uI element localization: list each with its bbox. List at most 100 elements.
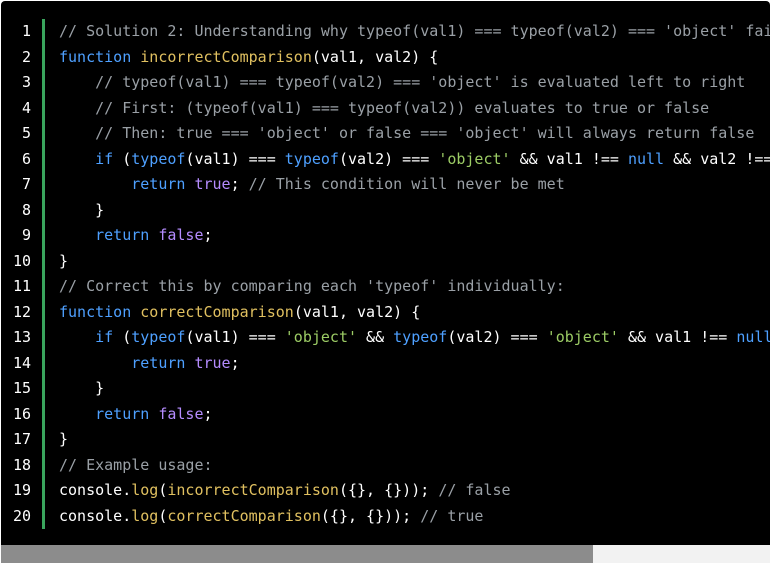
line-number: 16 — [12, 404, 31, 423]
code-token: } — [59, 200, 105, 219]
line-number: 2 — [21, 47, 31, 66]
code-line: // Example usage: — [59, 453, 770, 479]
code-line: return false; — [59, 402, 770, 428]
code-token: return — [95, 404, 150, 423]
code-line: function correctComparison(val1, val2) { — [59, 300, 770, 326]
code-token: incorrectComparison — [167, 481, 339, 499]
line-number: 1 — [21, 22, 31, 40]
code-token: . — [122, 481, 132, 499]
code-area[interactable]: // Solution 2: Understanding why typeof(… — [59, 19, 770, 529]
code-line: if (typeof(val1) === 'object' && typeof(… — [59, 325, 770, 351]
code-token: if — [95, 149, 114, 168]
code-token: } — [59, 379, 105, 397]
line-number: 18 — [12, 455, 31, 474]
code-token: && val1 !== — [510, 149, 628, 168]
code-token: && val2 !== null) { — [673, 149, 770, 168]
line-number: 20 — [12, 506, 31, 525]
code-token: (val1) === — [185, 149, 285, 168]
line-number: 6 — [21, 149, 31, 168]
code-token: ; — [203, 226, 213, 244]
code-token: (val2) === — [447, 328, 547, 346]
line-number: 11 — [12, 277, 31, 295]
code-token: true — [194, 175, 231, 193]
code-token: . — [122, 506, 132, 525]
code-token: null — [627, 149, 665, 168]
code-token: log — [131, 481, 159, 499]
code-token: // Correct this by comparing each 'typeo… — [59, 277, 565, 295]
code-token: ({}, {})); — [338, 481, 439, 499]
code-token: 'object' — [438, 149, 511, 168]
line-number: 15 — [12, 379, 31, 397]
code-token: correctComparison — [167, 506, 321, 525]
code-token: true — [194, 353, 231, 372]
code-line: return false; — [59, 223, 770, 249]
code-token: ; — [230, 175, 249, 193]
code-token: return — [131, 353, 186, 372]
code-token: (val1, val2) { — [311, 47, 439, 66]
code-token: // Solution 2: Understanding why typeof(… — [59, 22, 770, 40]
code-token: } — [59, 251, 69, 270]
code-token: (val1) === — [185, 328, 285, 346]
code-token: ({}, {})); — [320, 506, 421, 525]
scrollbar-thumb[interactable] — [1, 545, 593, 563]
code-token: incorrectComparison — [140, 47, 312, 66]
line-number: 12 — [12, 302, 31, 321]
code-token: console — [59, 506, 123, 525]
code-token: && val1 !== — [618, 328, 737, 346]
code-token: // Then: true === 'object' or false === … — [59, 124, 755, 142]
code-line: // typeof(val1) === typeof(val2) === 'ob… — [59, 70, 770, 96]
code-line: } — [59, 198, 770, 224]
line-number: 5 — [21, 124, 31, 142]
code-token: function — [59, 47, 141, 66]
code-token: if — [95, 328, 114, 346]
line-number: 3 — [21, 73, 31, 91]
code-line: } — [59, 249, 770, 275]
code-line: console.log(incorrectComparison({}, {}))… — [59, 478, 770, 504]
code-token: correctComparison — [140, 302, 294, 321]
line-number: 7 — [21, 175, 31, 193]
code-editor[interactable]: 1 2 3 4 5 6 7 8 9 10 11 12 13 14 15 16 17 18 19 20 // Solut… — [1, 1, 770, 563]
code-line: return true; — [59, 351, 770, 377]
code-token: false — [158, 226, 204, 244]
code-line: // Then: true === 'object' or false === … — [59, 121, 770, 147]
code-token: return — [95, 226, 150, 244]
code-token: ; — [203, 404, 213, 423]
code-token: ; — [230, 353, 240, 372]
code-line: function incorrectComparison(val1, val2)… — [59, 45, 770, 71]
line-number-gutter: 1 2 3 4 5 6 7 8 9 10 11 12 13 14 15 16 17 18 19 20 — [1, 19, 43, 529]
code-token: null — [736, 328, 770, 346]
code-token: 'object' — [546, 328, 619, 346]
line-number: 14 — [12, 353, 31, 372]
code-token: false — [158, 404, 204, 423]
code-line: // First: (typeof(val1) === typeof(val2)… — [59, 96, 770, 122]
code-token: // First: (typeof(val1) === typeof(val2)… — [59, 98, 710, 117]
line-number: 19 — [12, 481, 31, 499]
line-number: 10 — [12, 251, 31, 270]
code-token: return — [131, 175, 186, 193]
code-line: } — [59, 427, 770, 453]
code-token: (val2) === — [338, 149, 439, 168]
code-token: // typeof(val1) === typeof(val2) === 'ob… — [59, 73, 746, 91]
code-token: typeof — [131, 149, 186, 168]
code-token: } — [59, 430, 69, 448]
code-token: // true — [420, 506, 484, 525]
line-number: 9 — [21, 226, 31, 244]
code-line: // Solution 2: Understanding why typeof(… — [59, 19, 770, 45]
line-number: 4 — [21, 98, 31, 117]
code-token: // Example usage: — [59, 455, 213, 474]
code-line: if (typeof(val1) === typeof(val2) === 'o… — [59, 147, 770, 173]
gutter-divider — [42, 19, 45, 529]
code-token: 'object' — [284, 328, 358, 346]
code-line: // Correct this by comparing each 'typeo… — [59, 274, 770, 300]
code-token: typeof — [131, 328, 186, 346]
code-token: function — [59, 302, 141, 321]
horizontal-scrollbar[interactable] — [1, 545, 770, 563]
line-number: 17 — [12, 430, 31, 448]
code-token: log — [131, 506, 159, 525]
code-line: console.log(correctComparison({}, {})); … — [59, 504, 770, 530]
code-line: return true; // This condition will neve… — [59, 172, 770, 198]
code-token: ( — [113, 328, 132, 346]
